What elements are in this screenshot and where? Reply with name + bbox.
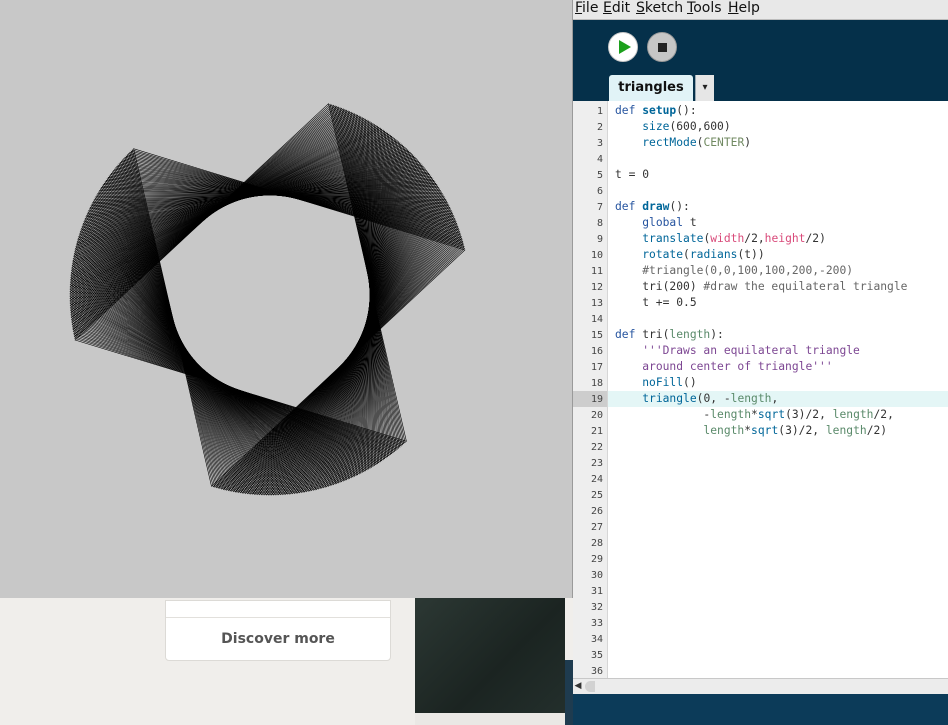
line-number: 6 [596,186,603,197]
line-number: 29 [590,554,603,565]
code-line: def setup(): [615,104,697,117]
code-line: tri(200) #draw the equilateral triangle [615,280,908,293]
scrollbar-thumb[interactable] [585,681,595,692]
tab-triangles[interactable]: triangles [609,75,693,101]
line-number: 12 [590,282,603,293]
menu-edit[interactable]: Edit [603,0,630,19]
code-line: #triangle(0,0,100,100,200,-200) [642,264,854,277]
code-editor[interactable]: 1 2 3 4 5 6 7 8 9 10 11 12 13 14 15 16 17 18 19 20 21 22 23 24 2… [573,101,948,678]
line-number: 33 [590,618,603,629]
sketch-canvas [69,103,466,496]
sketch-window [0,0,573,598]
background-media-panel [415,598,565,725]
line-number: 30 [590,570,603,581]
code-line: def draw(): [615,200,690,213]
menu-help[interactable]: Help [728,0,760,19]
line-number: 22 [590,442,603,453]
console-area [573,694,948,725]
code-line: size(600,600) [642,120,731,133]
media-caption-strip [415,713,565,725]
line-number: 20 [590,410,603,421]
code-line: t += 0.5 [615,296,697,309]
discover-card: Discover more [165,600,391,661]
line-number: 10 [590,250,603,261]
code-line: def tri(length): [615,328,724,341]
chevron-down-icon: ▾ [702,82,708,93]
menu-file-label: File [575,0,599,16]
menu-tools[interactable]: Tools [687,0,722,19]
line-number: 36 [590,666,603,677]
line-number: 9 [596,234,603,245]
line-number: 19 [590,394,603,405]
line-number: 8 [596,218,603,229]
line-number: 2 [596,122,603,133]
code-line: triangle(0, -length, [642,392,779,405]
code-line: global t [642,216,697,229]
line-number: 13 [590,298,603,309]
line-number: 16 [590,346,603,357]
code-line: -length*sqrt(3)/2, length/2, [615,408,894,421]
menu-help-label: Help [728,0,760,16]
ide-window: File Edit Sketch Tools Help triangles ▾ … [565,0,948,725]
tab-bar: triangles ▾ [573,75,948,101]
code-line: length*sqrt(3)/2, length/2) [703,424,888,437]
line-number: 17 [590,362,603,373]
line-number: 4 [596,154,603,165]
toolbar [573,20,948,75]
code-line: rotate(radians(t)) [642,248,765,261]
line-number: 35 [590,650,603,661]
line-number: 18 [590,378,603,389]
line-number: 24 [590,474,603,485]
line-number: 3 [596,138,603,149]
stop-icon [658,43,667,52]
code-line: rectMode(CENTER) [642,136,752,149]
menu-tools-label: Tools [687,0,722,16]
line-number: 11 [590,266,603,277]
run-button[interactable] [608,32,638,62]
code-line: noFill() [642,376,697,389]
menu-sketch-label: Sketch [636,0,684,16]
code-line: around center of triangle''' [642,360,833,373]
play-icon [619,40,631,54]
menu-file[interactable]: File [575,0,598,19]
discover-more-link[interactable]: Discover more [166,631,390,647]
stop-button[interactable] [647,32,677,62]
line-number: 23 [590,458,603,469]
menu-bar: File Edit Sketch Tools Help [573,0,948,20]
line-number: 27 [590,522,603,533]
line-number: 7 [596,202,603,213]
horizontal-scrollbar[interactable]: ◀ [573,678,948,694]
menu-edit-label: Edit [603,0,631,16]
line-number-gutter: 1 2 3 4 5 6 7 8 9 10 11 12 13 14 15 16 17 18 19 20 21 22 23 24 2… [573,101,608,678]
line-number: 31 [590,586,603,597]
line-number: 1 [596,106,603,117]
line-number: 28 [590,538,603,549]
code-line: translate(width/2,height/2) [642,232,826,245]
line-number: 34 [590,634,603,645]
line-number: 26 [590,506,603,517]
triangle-trail [69,103,466,496]
code-line: t = 0 [615,168,650,181]
code-area[interactable]: def setup(): size(600,600) rectMode(CENT… [615,101,948,678]
line-number: 21 [590,426,603,437]
menu-sketch[interactable]: Sketch [636,0,683,19]
tab-label: triangles [618,80,684,95]
tab-menu-button[interactable]: ▾ [695,75,714,101]
line-number: 14 [590,314,603,325]
line-number: 5 [596,170,603,181]
line-number: 25 [590,490,603,501]
code-line: '''Draws an equilateral triangle [642,344,860,357]
line-number: 15 [590,330,603,341]
line-number: 32 [590,602,603,613]
scroll-left-icon[interactable]: ◀ [571,679,585,695]
card-divider [166,617,390,618]
